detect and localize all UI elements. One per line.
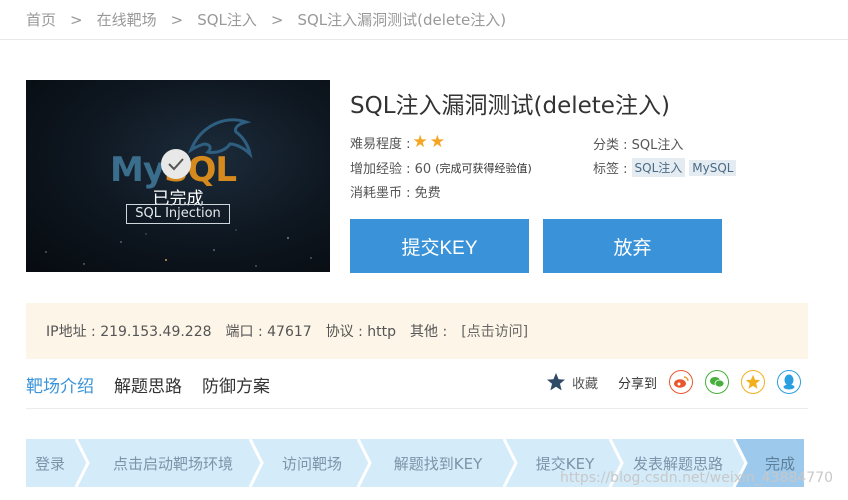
category-row: 分类 : SQL注入 xyxy=(593,134,683,153)
cost-label: 消耗墨币 : 免费 xyxy=(350,186,441,201)
breadcrumb-separator: > xyxy=(170,10,184,29)
experience-note: (完成可获得经验值) xyxy=(435,161,532,175)
breadcrumb-separator: > xyxy=(70,10,83,29)
tags-row: 标签 : SQL注入 MySQL xyxy=(593,158,737,177)
check-icon xyxy=(161,149,191,179)
star-icon: ★ xyxy=(429,132,446,152)
star-icon xyxy=(547,373,565,391)
breadcrumb: 首页 > 在线靶场 > SQL注入 > SQL注入漏洞测试(delete注入) xyxy=(0,0,848,40)
ip-address: IP地址 : 219.153.49.228 xyxy=(46,324,212,340)
step-login: 登录 xyxy=(34,454,65,473)
content-tabs: 靶场介绍 解题思路 防御方案 xyxy=(26,372,290,403)
page-title: SQL注入漏洞测试(delete注入) xyxy=(350,93,670,119)
abandon-button[interactable]: 放弃 xyxy=(543,219,722,273)
breadcrumb-range[interactable]: 在线靶场 xyxy=(97,9,157,30)
other-label: 其他 : xyxy=(410,324,448,340)
share-group: 分享到 xyxy=(618,370,802,394)
step-start-environment: 点击启动靶场环境 xyxy=(112,454,233,473)
qq-icon[interactable] xyxy=(777,370,802,394)
wechat-icon[interactable] xyxy=(705,370,730,394)
tag-chip[interactable]: MySQL xyxy=(689,159,737,176)
weibo-icon[interactable] xyxy=(669,370,694,394)
challenge-cover-image: MySQL 已完成 SQL Injection xyxy=(26,80,330,272)
cost-row: 消耗墨币 : 免费 xyxy=(350,182,441,201)
cover-tag: SQL Injection xyxy=(126,204,230,224)
tab-solution-ideas[interactable]: 解题思路 xyxy=(114,372,182,403)
tags-label: 标签 : xyxy=(593,162,628,177)
breadcrumb-sql-injection[interactable]: SQL注入 xyxy=(197,9,257,30)
category-label: 分类 : SQL注入 xyxy=(593,138,684,153)
step-find-key: 解题找到KEY xyxy=(393,454,483,473)
visit-link[interactable]: [点击访问] xyxy=(461,321,528,341)
experience-row: 增加经验 : 60 (完成可获得经验值) xyxy=(350,158,532,178)
qzone-icon[interactable] xyxy=(741,370,766,394)
difficulty-label: 难易程度 : xyxy=(350,136,411,152)
star-icon: ★ xyxy=(412,132,428,152)
submit-key-button[interactable]: 提交KEY xyxy=(350,219,529,273)
tag-chip[interactable]: SQL注入 xyxy=(631,158,686,177)
difficulty-row: 难易程度 : ★ ★ xyxy=(350,132,445,152)
breadcrumb-home[interactable]: 首页 xyxy=(26,9,56,30)
breadcrumb-separator: > xyxy=(270,10,284,29)
favorite-button[interactable]: 收藏 xyxy=(546,372,598,392)
port: 端口 : 47617 xyxy=(225,324,312,340)
step-visit-range: 访问靶场 xyxy=(281,454,342,473)
breadcrumb-current: SQL注入漏洞测试(delete注入) xyxy=(297,11,507,29)
favorite-label: 收藏 xyxy=(572,376,599,392)
share-label: 分享到 xyxy=(618,376,658,392)
tab-divider xyxy=(26,408,808,409)
watermark: https://blog.csdn.net/weixin_43884770 xyxy=(560,470,834,486)
tab-defense[interactable]: 防御方案 xyxy=(202,372,270,403)
connection-info-bar: IP地址 : 219.153.49.228 端口 : 47617 协议 : ht… xyxy=(26,303,808,359)
experience-label: 增加经验 : 60 xyxy=(350,162,432,177)
tab-introduction[interactable]: 靶场介绍 xyxy=(26,372,94,403)
protocol: 协议 : http xyxy=(325,324,397,340)
